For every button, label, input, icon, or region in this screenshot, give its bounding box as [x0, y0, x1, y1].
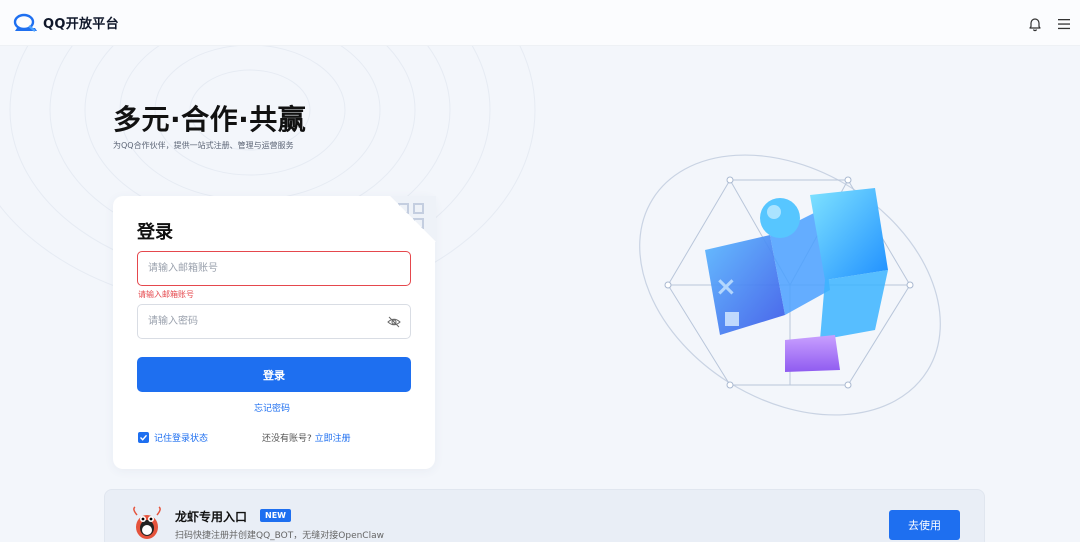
remember-login-toggle[interactable]: 记住登录状态: [138, 431, 208, 444]
lobster-icon: [133, 506, 161, 539]
email-field-wrapper: [137, 251, 411, 286]
no-account-text: 还没有账号?: [262, 434, 312, 444]
remember-label: 记住登录状态: [154, 434, 209, 444]
login-title: 登录: [137, 222, 173, 243]
register-row: 还没有账号? 立即注册: [262, 431, 351, 444]
go-use-button[interactable]: 去使用: [889, 510, 960, 540]
remember-checkbox[interactable]: [138, 432, 149, 443]
hero-title: 多元·合作·共赢: [113, 103, 307, 136]
bell-icon[interactable]: [1027, 16, 1043, 32]
register-link[interactable]: 立即注册: [315, 434, 351, 444]
logo[interactable]: QQ开放平台: [13, 12, 119, 32]
forgot-password-link[interactable]: 忘记密码: [254, 401, 290, 414]
top-navbar: QQ开放平台: [0, 0, 1080, 46]
password-field-wrapper: [137, 304, 411, 339]
eye-off-icon[interactable]: [387, 316, 401, 328]
cube-illustration: ×: [639, 154, 941, 416]
hero-subtitle: 为QQ合作伙伴，提供一站式注册、管理与运营服务: [113, 141, 294, 150]
svg-text:×: ×: [715, 272, 737, 302]
checkmark-icon: [140, 434, 148, 441]
qr-code-switch-icon[interactable]: [390, 196, 436, 242]
promo-title: 龙虾专用入口: [175, 510, 248, 524]
email-error-message: 请输入邮箱账号: [138, 290, 194, 299]
password-field[interactable]: [138, 305, 378, 338]
qq-logo-icon: [13, 13, 37, 32]
email-field[interactable]: [138, 252, 378, 285]
new-badge: NEW: [260, 509, 291, 522]
promo-description: 扫码快捷注册并创建QQ_BOT，无缝对接OpenClaw: [175, 531, 384, 541]
login-button[interactable]: 登录: [137, 357, 411, 392]
logo-text: QQ开放平台: [43, 16, 119, 32]
menu-icon[interactable]: [1056, 17, 1072, 31]
